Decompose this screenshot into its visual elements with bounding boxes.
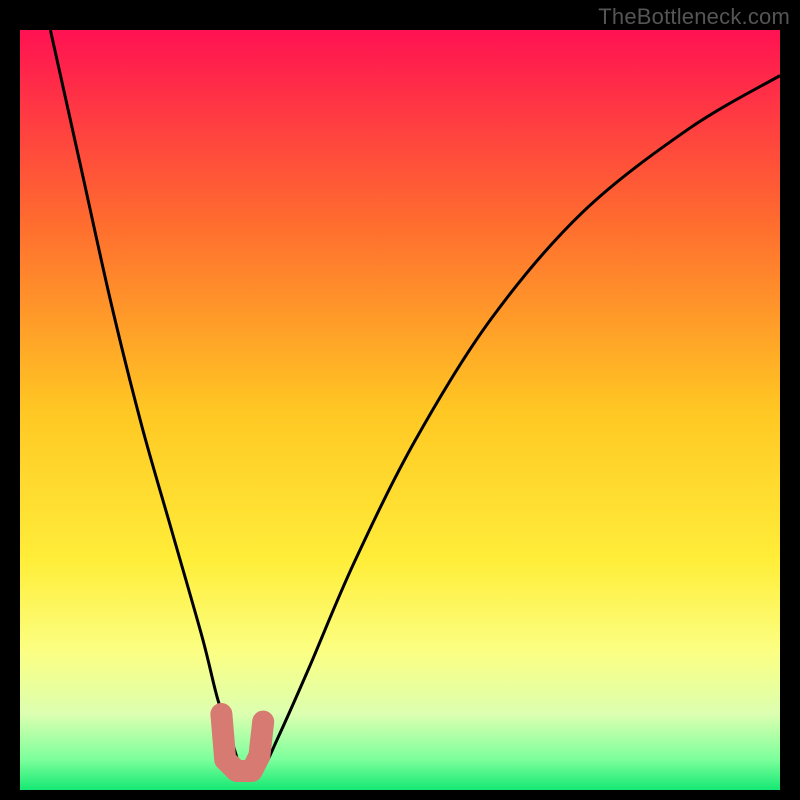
attribution-label: TheBottleneck.com <box>598 4 790 30</box>
plot-area <box>20 30 780 790</box>
bottleneck-chart <box>20 30 780 790</box>
chart-frame: TheBottleneck.com <box>0 0 800 800</box>
